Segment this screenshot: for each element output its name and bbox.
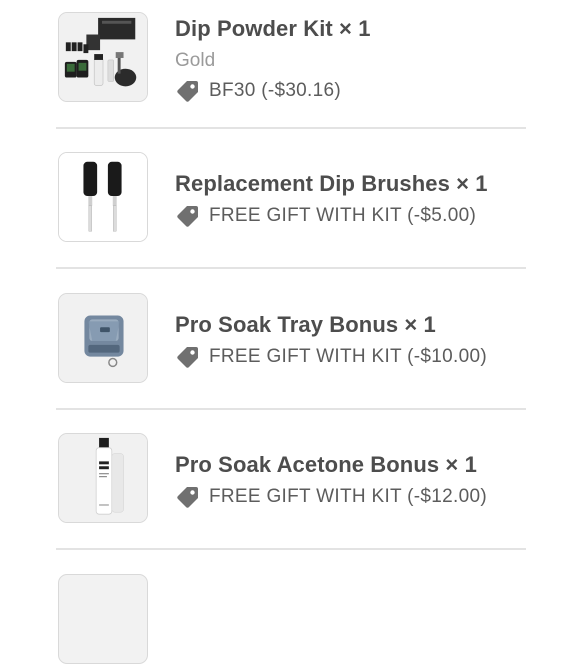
discount-row: FREE GIFT WITH KIT (-$5.00) [175, 203, 488, 229]
line-item-info: Pro Soak Acetone Bonus × 1 FREE GIFT WIT… [175, 452, 487, 510]
dip-brushes-image [58, 152, 148, 242]
discount-row: BF30 (-$30.16) [175, 78, 371, 104]
item-variant: Gold [175, 50, 216, 71]
tag-icon [177, 487, 198, 508]
divider [56, 408, 526, 410]
line-item: Dip Powder Kit × 1 Gold BF30 (-$30.16) [56, 0, 526, 140]
discount-row: FREE GIFT WITH KIT (-$10.00) [175, 344, 487, 370]
discount-text: FREE GIFT WITH KIT (-$10.00) [209, 346, 487, 367]
tag-icon [177, 347, 198, 368]
item-title: Pro Soak Acetone Bonus × 1 [175, 452, 477, 477]
acetone-bottle-image [58, 433, 148, 523]
divider [56, 548, 526, 550]
tag-icon [177, 81, 198, 102]
discount-text: BF30 (-$30.16) [209, 80, 341, 101]
item-title: Replacement Dip Brushes × 1 [175, 171, 488, 196]
tag-icon [177, 206, 198, 227]
discount-text: FREE GIFT WITH KIT (-$12.00) [209, 486, 487, 507]
discount-text: FREE GIFT WITH KIT (-$5.00) [209, 205, 477, 226]
line-item: Pro Soak Acetone Bonus × 1 FREE GIFT WIT… [56, 421, 526, 561]
line-item: Pro Soak Tray Bonus × 1 FREE GIFT WITH K… [56, 281, 526, 421]
soak-tray-image [58, 293, 148, 383]
line-item-info: Replacement Dip Brushes × 1 FREE GIFT WI… [175, 171, 488, 229]
divider [56, 267, 526, 269]
divider [56, 127, 526, 129]
next-item-image [58, 574, 148, 664]
line-item-info: Dip Powder Kit × 1 Gold BF30 (-$30.16) [175, 16, 371, 104]
line-item-info: Pro Soak Tray Bonus × 1 FREE GIFT WITH K… [175, 312, 487, 370]
item-title: Dip Powder Kit × 1 [175, 16, 371, 41]
discount-row: FREE GIFT WITH KIT (-$12.00) [175, 484, 487, 510]
line-item: Replacement Dip Brushes × 1 FREE GIFT WI… [56, 140, 526, 280]
item-title: Pro Soak Tray Bonus × 1 [175, 312, 436, 337]
dip-powder-kit-image [58, 12, 148, 102]
